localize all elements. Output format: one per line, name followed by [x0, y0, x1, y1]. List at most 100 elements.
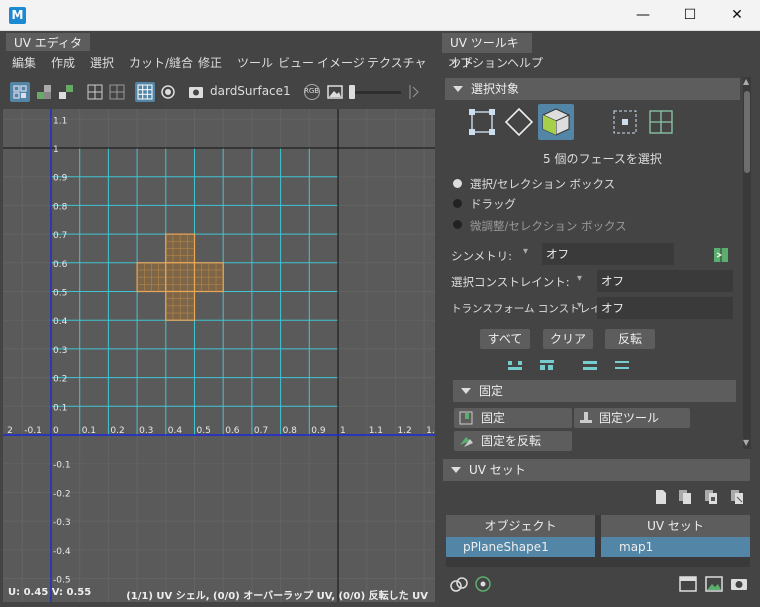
radio-tweak[interactable]	[453, 220, 462, 229]
snapshot-camera-icon[interactable]	[729, 574, 749, 594]
select-edge-icon[interactable]	[503, 106, 535, 138]
grid-fine-icon[interactable]	[107, 82, 127, 102]
radio-select-box-label[interactable]: 選択/セレクション ボックス	[470, 176, 615, 192]
clear-selection-button[interactable]: クリア	[543, 329, 593, 349]
select-loop-icon[interactable]	[612, 355, 632, 375]
slider-handle[interactable]	[349, 85, 355, 99]
object-row[interactable]: pPlaneShape1	[446, 537, 595, 557]
section-selection-header[interactable]: 選択対象	[445, 78, 740, 100]
radio-tweak-label[interactable]: 微調整/セレクション ボックス	[470, 218, 627, 234]
scroll-down-icon[interactable]: ▼	[743, 438, 749, 447]
menu-tools[interactable]: ツール	[237, 54, 273, 71]
select-shell-icon[interactable]	[645, 106, 677, 138]
delete-uvset-icon[interactable]	[729, 489, 745, 505]
select-all-button[interactable]: すべて	[480, 329, 530, 349]
pin-button[interactable]: 固定	[454, 408, 572, 428]
share-uvset-icon[interactable]	[703, 489, 719, 505]
uv-shell-tool-icon[interactable]	[473, 574, 493, 594]
uv-grid-canvas[interactable]: 1.1 1 0.9 0.8 0.7 0.6 0.5 0.4 0.3 0.2 0.1 -0.1 -0.2 -…	[3, 109, 435, 602]
menu-view[interactable]: ビュー	[278, 54, 314, 71]
snap-circle-icon[interactable]	[158, 82, 178, 102]
tab-uv-editor[interactable]: UV エディタ	[6, 33, 90, 53]
v-axis-label: 0.7	[53, 231, 67, 241]
section-selection-title: 選択対象	[471, 82, 520, 96]
menu-help[interactable]: ヘルプ	[507, 54, 543, 71]
grow-selection-icon[interactable]	[505, 355, 525, 375]
u-axis-label: 0.4	[168, 426, 183, 436]
minimize-button[interactable]: —	[620, 0, 666, 31]
menu-cut-sew[interactable]: カット/縫合	[129, 54, 193, 71]
u-axis-label: 0.9	[311, 426, 326, 436]
menu-select[interactable]: 選択	[90, 54, 114, 71]
symmetry-pin-icon[interactable]	[711, 245, 731, 265]
v-axis-label: -0.3	[53, 518, 71, 528]
select-constraint-label: 選択コンストレイント:	[451, 275, 570, 289]
grid-toggle-icon[interactable]	[135, 82, 155, 102]
select-vertex-icon[interactable]	[466, 106, 498, 138]
radio-drag[interactable]	[453, 199, 462, 208]
pin-tool-button[interactable]: 固定ツール	[574, 408, 690, 428]
grid-small-icon[interactable]	[85, 82, 105, 102]
invert-selection-button[interactable]: 反転	[605, 329, 655, 349]
uv-shell-icon[interactable]	[10, 82, 30, 102]
copy-uvset-icon[interactable]	[677, 489, 693, 505]
u-axis-label: 1.3	[426, 426, 435, 436]
select-constraint-field[interactable]: オフ	[597, 270, 733, 292]
col-uvset-header[interactable]: UV セット	[601, 515, 750, 537]
close-button[interactable]: ✕	[714, 0, 760, 31]
expand-toolbar-icon[interactable]	[404, 82, 424, 102]
symmetry-label: シンメトリ:	[451, 249, 513, 263]
select-border-icon[interactable]	[580, 355, 600, 375]
maximize-button[interactable]: ☐	[667, 0, 713, 31]
radio-select-box[interactable]	[453, 179, 462, 188]
collapse-triangle-icon	[453, 86, 463, 92]
scroll-up-icon[interactable]: ▲	[743, 77, 749, 86]
menu-image[interactable]: イメージ	[317, 54, 365, 71]
tile-green-icon[interactable]	[34, 82, 54, 102]
menu-edit[interactable]: 編集	[12, 54, 36, 71]
col-object-header[interactable]: オブジェクト	[446, 515, 595, 537]
menu-texture[interactable]: テクスチャ	[367, 54, 427, 71]
new-uvset-icon[interactable]	[653, 489, 669, 505]
collapse-triangle-icon	[451, 467, 461, 473]
uv-toolkit-panel: UV ツールキット オプション ヘルプ 選択対象 5 個のフェースを選択 選択/…	[441, 31, 760, 607]
maya-window: M — ☐ ✕ UV エディタ 編集 作成 選択 カット/縫合 修正 ツール ビ…	[0, 0, 760, 607]
uv-editor-toolbar: dardSurface1 RGB	[0, 75, 438, 107]
radio-drag-label[interactable]: ドラッグ	[470, 196, 516, 212]
uv-viewport[interactable]: 1.1 1 0.9 0.8 0.7 0.6 0.5 0.4 0.3 0.2 0.1 -0.1 -0.2 -…	[3, 109, 435, 602]
texture-image-icon[interactable]	[704, 574, 724, 594]
constraint-dropdown-arrow-icon[interactable]: ▾	[577, 273, 582, 284]
uv-shell-status: (1/1) UV シェル, (0/0) オーバーラップ UV, (0/0) 反転…	[126, 591, 428, 602]
shrink-selection-icon[interactable]	[537, 355, 557, 375]
v-axis-label: 1.1	[53, 116, 67, 126]
transform-constraint-field[interactable]: オフ	[597, 297, 733, 319]
uvset-row[interactable]: map1	[601, 537, 750, 557]
symmetry-dropdown-arrow-icon[interactable]: ▾	[523, 246, 528, 257]
invert-pin-button[interactable]: 固定を反転	[454, 431, 572, 451]
uv-coordinates: U: 0.45 V: 0.55	[8, 587, 92, 598]
toolkit-scrollbar[interactable]	[743, 77, 751, 449]
menu-options[interactable]: オプション	[448, 54, 508, 71]
u-axis-label: 2	[7, 426, 13, 436]
invert-pin-icon	[460, 437, 473, 447]
select-uv-icon[interactable]	[609, 106, 641, 138]
uv-snapshot-icon[interactable]	[449, 574, 469, 594]
brightness-slider[interactable]	[349, 85, 401, 99]
menu-create[interactable]: 作成	[51, 54, 75, 71]
toolkit-scroll-thumb[interactable]	[744, 91, 750, 173]
rgb-channel-icon[interactable]: RGB	[302, 82, 322, 102]
uv-editor-window-icon[interactable]	[678, 574, 698, 594]
tab-uv-toolkit[interactable]: UV ツールキット	[442, 33, 532, 70]
select-face-icon[interactable]	[538, 104, 574, 140]
transform-dropdown-arrow-icon[interactable]: ▾	[577, 300, 582, 311]
section-pin-header[interactable]: 固定	[453, 380, 736, 402]
u-axis-label: 0	[53, 426, 59, 436]
symmetry-field[interactable]: オフ	[542, 243, 674, 265]
section-uvset-header[interactable]: UV セット	[443, 459, 750, 481]
camera-icon[interactable]	[186, 82, 206, 102]
menu-modify[interactable]: 修正	[198, 54, 222, 71]
tile-white-icon[interactable]	[56, 82, 76, 102]
invert-pin-label: 固定を反転	[481, 434, 542, 448]
v-axis-label: 0.3	[53, 346, 67, 356]
image-icon[interactable]	[325, 82, 345, 102]
